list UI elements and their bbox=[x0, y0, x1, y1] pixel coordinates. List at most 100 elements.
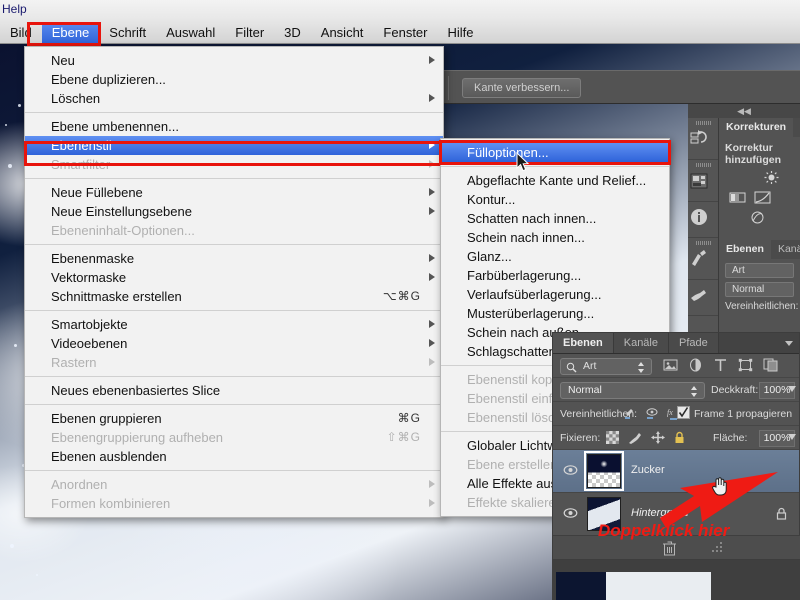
layer-visibility-eye-icon[interactable] bbox=[563, 464, 578, 476]
layer-row[interactable]: Zucker bbox=[553, 450, 799, 493]
rail-grip-icon[interactable] bbox=[695, 241, 711, 245]
layer-visibility-eye-icon[interactable] bbox=[563, 507, 578, 519]
submenu-item-farbüberlagerung[interactable]: Farbüberlagerung... bbox=[441, 266, 669, 285]
panel-resize-icon[interactable] bbox=[711, 541, 723, 553]
lock-image-icon[interactable] bbox=[628, 431, 642, 444]
menu-item-videoebenen[interactable]: Videoebenen bbox=[25, 334, 443, 353]
menu-item-anordnen: Anordnen bbox=[25, 475, 443, 494]
menu-item-label: Videoebenen bbox=[51, 336, 128, 351]
dock-collapse-button[interactable]: ◀◀ bbox=[688, 104, 800, 118]
submenu-item-musterüberlagerung[interactable]: Musterüberlagerung... bbox=[441, 304, 669, 323]
lock-transparency-icon[interactable] bbox=[606, 431, 619, 444]
layers-mini-blend-mode[interactable]: Normal bbox=[725, 282, 794, 297]
levels-icon[interactable] bbox=[729, 190, 746, 205]
rail-grip-icon[interactable] bbox=[695, 163, 711, 167]
lock-all-icon[interactable] bbox=[674, 431, 685, 444]
app-menu-help[interactable]: Help bbox=[2, 2, 27, 16]
menu-item-ebenenstil[interactable]: Ebenenstil bbox=[25, 136, 443, 155]
tool-presets-icon[interactable] bbox=[688, 248, 710, 270]
menu-item-ebenengruppierung-aufheben: Ebenengruppierung aufheben ⇧⌘G bbox=[25, 428, 443, 447]
menubar-item-3d[interactable]: 3D bbox=[274, 22, 311, 44]
rail-grip-icon[interactable] bbox=[695, 121, 711, 125]
menubar-item-bild[interactable]: Bild bbox=[0, 22, 42, 44]
dock-icon-rail bbox=[688, 118, 719, 334]
layer-name[interactable]: Zucker bbox=[631, 464, 665, 476]
menu-item-label: Fülloptionen... bbox=[467, 145, 549, 160]
lock-position-icon[interactable] bbox=[651, 431, 665, 444]
refine-edge-button[interactable]: Kante verbessern... bbox=[462, 78, 582, 98]
layers-mini-tab-kan-[interactable]: Kanä bbox=[770, 240, 800, 259]
layer-comps-icon[interactable] bbox=[688, 170, 710, 192]
menu-item-neue-einstellungsebene[interactable]: Neue Einstellungsebene bbox=[25, 202, 443, 221]
layers-panel-tab-pfade[interactable]: Pfade bbox=[669, 333, 719, 353]
menu-item-shortcut: ⌥⌘G bbox=[382, 289, 421, 303]
text-filter-icon[interactable] bbox=[713, 358, 728, 372]
propagate-checkbox[interactable] bbox=[677, 406, 690, 419]
menu-item-ebenenmaske[interactable]: Ebenenmaske bbox=[25, 249, 443, 268]
menu-item-neue-füllebene[interactable]: Neue Füllebene bbox=[25, 183, 443, 202]
layer-name[interactable]: Hintergrund bbox=[631, 507, 688, 519]
adjustments-tab-korrekturen[interactable]: Korrekturen bbox=[719, 118, 794, 137]
menubar-item-ansicht[interactable]: Ansicht bbox=[311, 22, 374, 44]
menu-item-neu[interactable]: Neu bbox=[25, 51, 443, 70]
hue-saturation-icon[interactable] bbox=[749, 210, 766, 225]
brush-presets-icon[interactable] bbox=[688, 284, 710, 306]
image-filter-icon[interactable] bbox=[663, 358, 678, 372]
trash-icon[interactable] bbox=[663, 541, 676, 556]
menu-item-ebenen-ausblenden[interactable]: Ebenen ausblenden bbox=[25, 447, 443, 466]
menu-item-ebenen-gruppieren[interactable]: Ebenen gruppieren ⌘G bbox=[25, 409, 443, 428]
curves-icon[interactable] bbox=[754, 190, 771, 205]
layers-mini-tab-ebenen[interactable]: Ebenen bbox=[719, 240, 771, 259]
chevron-down-icon[interactable] bbox=[788, 434, 796, 440]
submenu-item-glanz[interactable]: Glanz... bbox=[441, 247, 669, 266]
submenu-item-verlaufsüberlagerung[interactable]: Verlaufsüberlagerung... bbox=[441, 285, 669, 304]
submenu-item-schatten-nach-innen[interactable]: Schatten nach innen... bbox=[441, 209, 669, 228]
menu-item-label: Schnittmaske erstellen bbox=[51, 289, 182, 304]
layer-row[interactable]: Hintergrund bbox=[553, 493, 799, 536]
shape-filter-icon[interactable] bbox=[738, 358, 753, 372]
menu-item-formen-kombinieren: Formen kombinieren bbox=[25, 494, 443, 513]
submenu-item-schein-nach-innen[interactable]: Schein nach innen... bbox=[441, 228, 669, 247]
menu-item-shortcut: ⇧⌘G bbox=[386, 430, 421, 444]
submenu-item-abgeflachte-kante-und-relief[interactable]: Abgeflachte Kante und Relief... bbox=[441, 171, 669, 190]
submenu-item-fülloptionen[interactable]: Fülloptionen... bbox=[441, 143, 669, 162]
layers-mini-filter[interactable]: Art bbox=[725, 263, 794, 278]
history-icon[interactable] bbox=[688, 128, 710, 150]
menu-item-neues-ebenenbasiertes-slice[interactable]: Neues ebenenbasiertes Slice bbox=[25, 381, 443, 400]
menu-item-smartobjekte[interactable]: Smartobjekte bbox=[25, 315, 443, 334]
menu-item-schnittmaske-erstellen[interactable]: Schnittmaske erstellen ⌥⌘G bbox=[25, 287, 443, 306]
blend-mode-select[interactable]: Normal bbox=[560, 382, 705, 399]
layer-lock-icon bbox=[776, 507, 787, 520]
stepper-arrows-icon[interactable] bbox=[637, 362, 645, 373]
panel-menu-icon[interactable] bbox=[785, 341, 793, 346]
unify-icon-group: fx bbox=[623, 407, 684, 421]
layer-thumbnail[interactable] bbox=[584, 451, 624, 491]
menubar-item-filter[interactable]: Filter bbox=[225, 22, 274, 44]
options-bar: Kante verbessern... bbox=[440, 70, 800, 104]
adjustments-tab-s[interactable]: S bbox=[793, 118, 800, 137]
menubar-item-hilfe[interactable]: Hilfe bbox=[438, 22, 484, 44]
menubar-item-schrift[interactable]: Schrift bbox=[99, 22, 156, 44]
layer-filter-select[interactable]: Art bbox=[560, 358, 652, 375]
menu-item-ebene-umbenennen[interactable]: Ebene umbenennen... bbox=[25, 117, 443, 136]
layers-panel-tab-kan-le[interactable]: Kanäle bbox=[613, 333, 669, 353]
info-icon[interactable] bbox=[688, 206, 710, 228]
layers-panel-tab-ebenen[interactable]: Ebenen bbox=[553, 333, 614, 353]
chevron-down-icon[interactable] bbox=[788, 386, 796, 392]
stepper-arrows-icon[interactable] bbox=[690, 386, 698, 397]
unify-position-icon[interactable] bbox=[623, 407, 638, 421]
menu-item-ebene-duplizieren[interactable]: Ebene duplizieren... bbox=[25, 70, 443, 89]
submenu-item-kontur[interactable]: Kontur... bbox=[441, 190, 669, 209]
menu-item-löschen[interactable]: Löschen bbox=[25, 89, 443, 108]
menubar-item-auswahl[interactable]: Auswahl bbox=[156, 22, 225, 44]
layer-menu-dropdown[interactable]: Neu Ebene duplizieren... Löschen Ebene umbe… bbox=[24, 46, 444, 518]
menu-item-vektormaske[interactable]: Vektormaske bbox=[25, 268, 443, 287]
menu-item-rastern: Rastern bbox=[25, 353, 443, 372]
menubar-item-ebene[interactable]: Ebene bbox=[41, 22, 100, 44]
brightness-icon[interactable] bbox=[763, 170, 780, 185]
smartobject-filter-icon[interactable] bbox=[763, 358, 778, 372]
layer-thumbnail[interactable] bbox=[587, 497, 621, 531]
adjustment-filter-icon[interactable] bbox=[688, 358, 703, 372]
menubar-item-fenster[interactable]: Fenster bbox=[373, 22, 437, 44]
unify-visibility-icon[interactable] bbox=[645, 407, 660, 421]
